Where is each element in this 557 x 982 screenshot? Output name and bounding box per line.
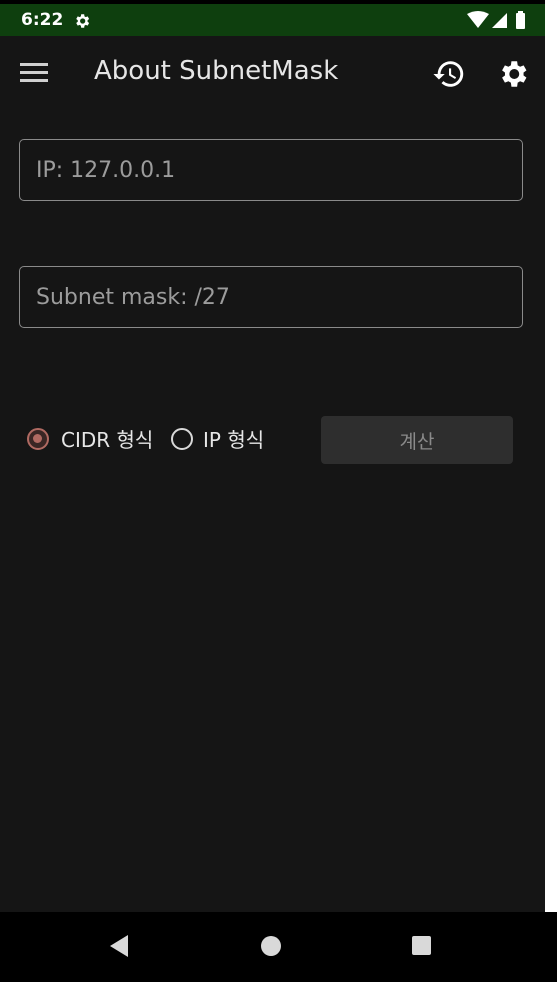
menu-icon[interactable] bbox=[20, 61, 48, 85]
screen-edge bbox=[545, 0, 557, 982]
radio-button-unchecked[interactable] bbox=[171, 427, 193, 450]
status-time: 6:22 bbox=[21, 10, 64, 30]
ip-format-radio[interactable]: IP 형식 bbox=[171, 424, 264, 453]
page-title: About SubnetMask bbox=[94, 56, 339, 86]
cidr-format-label: CIDR 형식 bbox=[61, 428, 154, 452]
subnet-mask-input[interactable] bbox=[19, 266, 523, 328]
battery-icon bbox=[516, 13, 525, 29]
back-icon[interactable] bbox=[108, 933, 130, 959]
app-screen: 6:22 About SubnetMask CIDR 형식 I bbox=[0, 0, 545, 982]
home-icon[interactable] bbox=[261, 936, 281, 956]
status-icons bbox=[467, 11, 525, 29]
settings-icon[interactable] bbox=[496, 57, 530, 91]
ip-format-label: IP 형식 bbox=[203, 428, 265, 452]
history-icon[interactable] bbox=[432, 57, 466, 91]
signal-icon bbox=[492, 13, 507, 28]
wifi-icon bbox=[467, 11, 489, 28]
ip-input[interactable] bbox=[19, 139, 523, 201]
app-bar: About SubnetMask bbox=[0, 36, 545, 110]
gear-icon bbox=[76, 14, 90, 28]
calculate-button[interactable]: 계산 bbox=[321, 416, 513, 464]
cidr-format-radio[interactable]: CIDR 형식 bbox=[27, 424, 153, 453]
radio-button-checked[interactable] bbox=[27, 427, 49, 450]
recents-icon[interactable] bbox=[412, 936, 431, 955]
status-bar: 6:22 bbox=[0, 0, 545, 36]
navigation-bar bbox=[0, 912, 557, 982]
